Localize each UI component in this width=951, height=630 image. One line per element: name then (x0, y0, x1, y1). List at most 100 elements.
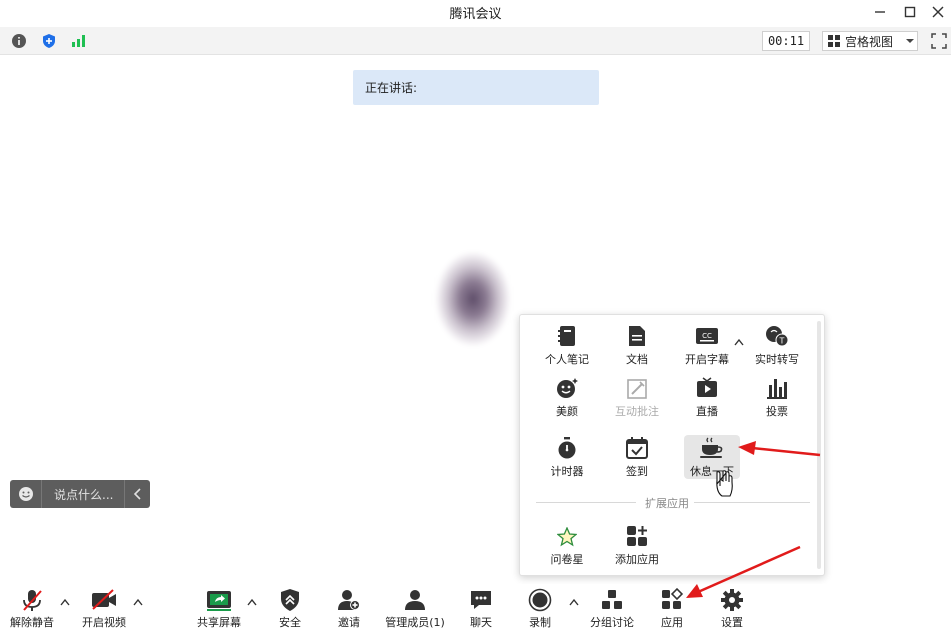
app-checkin[interactable]: 签到 (606, 435, 668, 481)
svg-text:T: T (779, 337, 785, 346)
chat-button[interactable]: 聊天 (461, 586, 501, 630)
document-icon (629, 326, 645, 346)
signal-icon[interactable] (70, 32, 88, 50)
captions-icon: CC (696, 328, 718, 344)
maximize-icon[interactable] (896, 2, 924, 22)
app-vote[interactable]: 投票 (746, 375, 808, 421)
app-transcribe[interactable]: T 实时转写 (746, 323, 808, 369)
title-bar: 腾讯会议 (0, 0, 951, 24)
chat-placeholder[interactable]: 说点什么... (42, 486, 124, 503)
mic-muted-icon (23, 590, 42, 611)
fullscreen-icon[interactable] (930, 32, 948, 50)
security-button[interactable]: 安全 (270, 586, 310, 630)
record-icon (528, 588, 552, 612)
coffee-icon (700, 437, 723, 458)
stopwatch-icon (558, 437, 576, 459)
app-label: 投票 (766, 405, 788, 418)
chevron-left-icon[interactable] (124, 480, 150, 508)
app-annotate[interactable]: 互动批注 (606, 375, 668, 421)
breakout-rooms-button[interactable]: 分组讨论 (588, 586, 636, 630)
toolbar-label: 开启视频 (82, 616, 126, 629)
participant-video[interactable] (431, 229, 514, 372)
beauty-icon (557, 378, 578, 398)
app-document[interactable]: 文档 (606, 323, 668, 369)
toolbar-label: 共享屏幕 (197, 616, 241, 629)
grid-view-icon (828, 35, 840, 47)
section-divider-right (694, 502, 810, 503)
invite-button[interactable]: 邀请 (329, 586, 369, 630)
app-label: 开启字幕 (685, 353, 729, 366)
star-icon (557, 527, 577, 547)
add-app-icon (627, 526, 647, 546)
view-mode-button[interactable]: 宫格视图 (822, 31, 918, 51)
transcribe-icon: T (766, 326, 789, 347)
unmute-button[interactable]: 解除静音 (9, 586, 55, 630)
extensions-section-title: 扩展应用 (645, 497, 689, 510)
emoji-icon[interactable] (10, 480, 42, 508)
bottom-toolbar: 解除静音 开启视频 共享屏幕 安全 邀请 管理成员(1) 聊天 录制 分组讨论 … (0, 584, 951, 630)
app-label: 问卷星 (550, 553, 584, 566)
invite-icon (338, 590, 360, 610)
app-label: 文档 (626, 353, 648, 366)
record-button[interactable]: 录制 (520, 586, 560, 630)
apps-panel: 个人笔记 文档 CC 开启字幕 T 实时转写 美颜 互动批注 直播 投票 计时器… (519, 314, 825, 576)
section-divider-left (536, 502, 636, 503)
app-beauty[interactable]: 美颜 (536, 375, 598, 421)
toolbar-label: 聊天 (470, 616, 492, 629)
toolbar-label: 解除静音 (10, 616, 54, 629)
app-label: 休息一下 (690, 465, 734, 478)
chevron-up-icon[interactable] (247, 598, 257, 609)
app-label: 实时转写 (755, 353, 799, 366)
apps-button[interactable]: 应用 (652, 586, 692, 630)
speaking-indicator: 正在讲话: (353, 70, 599, 105)
app-wenjuanxing[interactable]: 问卷星 (536, 523, 598, 569)
app-timer[interactable]: 计时器 (536, 435, 598, 481)
app-take-break[interactable]: 休息一下 (684, 435, 740, 479)
window-title: 腾讯会议 (449, 7, 502, 22)
notebook-icon (558, 326, 575, 346)
toolbar-label: 管理成员(1) (385, 616, 445, 629)
minimize-icon[interactable] (866, 2, 894, 22)
manage-members-button[interactable]: 管理成员(1) (384, 586, 446, 630)
chevron-up-icon[interactable] (734, 338, 744, 349)
chat-quick-input[interactable]: 说点什么... (10, 480, 150, 508)
start-video-button[interactable]: 开启视频 (80, 586, 128, 630)
chat-icon (471, 591, 491, 609)
view-mode-label: 宫格视图 (845, 34, 894, 49)
toolbar-label: 录制 (529, 616, 551, 629)
info-bar: 00:11 宫格视图 (0, 27, 951, 55)
app-live[interactable]: 直播 (676, 375, 738, 421)
app-label: 添加应用 (615, 553, 659, 566)
app-label: 直播 (696, 405, 718, 418)
chevron-up-icon[interactable] (133, 598, 143, 609)
annotate-icon (627, 379, 647, 399)
shield-icon[interactable] (40, 32, 58, 50)
meeting-timer: 00:11 (762, 31, 810, 51)
app-label: 计时器 (550, 465, 584, 478)
live-icon (697, 377, 717, 397)
app-personal-notes[interactable]: 个人笔记 (536, 323, 598, 369)
close-icon[interactable] (924, 2, 951, 22)
chevron-up-icon[interactable] (569, 598, 579, 609)
info-icon[interactable] (10, 32, 28, 50)
share-screen-icon (207, 591, 231, 611)
app-add-app[interactable]: 添加应用 (606, 523, 668, 569)
vote-icon (767, 379, 787, 399)
settings-button[interactable]: 设置 (712, 586, 752, 630)
toolbar-label: 应用 (661, 616, 683, 629)
camera-off-icon (92, 589, 116, 610)
app-label: 个人笔记 (545, 353, 589, 366)
app-label: 互动批注 (615, 405, 659, 418)
panel-scrollbar[interactable] (817, 321, 821, 569)
shield-icon (281, 589, 299, 611)
share-screen-button[interactable]: 共享屏幕 (194, 586, 244, 630)
app-captions[interactable]: CC 开启字幕 (676, 323, 738, 369)
gear-icon (721, 589, 743, 611)
toolbar-label: 设置 (721, 616, 743, 629)
chevron-up-icon[interactable] (60, 598, 70, 609)
toolbar-label: 邀请 (338, 616, 360, 629)
breakout-icon (602, 590, 622, 609)
svg-text:CC: CC (702, 332, 712, 340)
members-icon (405, 590, 425, 610)
speaking-label: 正在讲话: (365, 81, 418, 95)
